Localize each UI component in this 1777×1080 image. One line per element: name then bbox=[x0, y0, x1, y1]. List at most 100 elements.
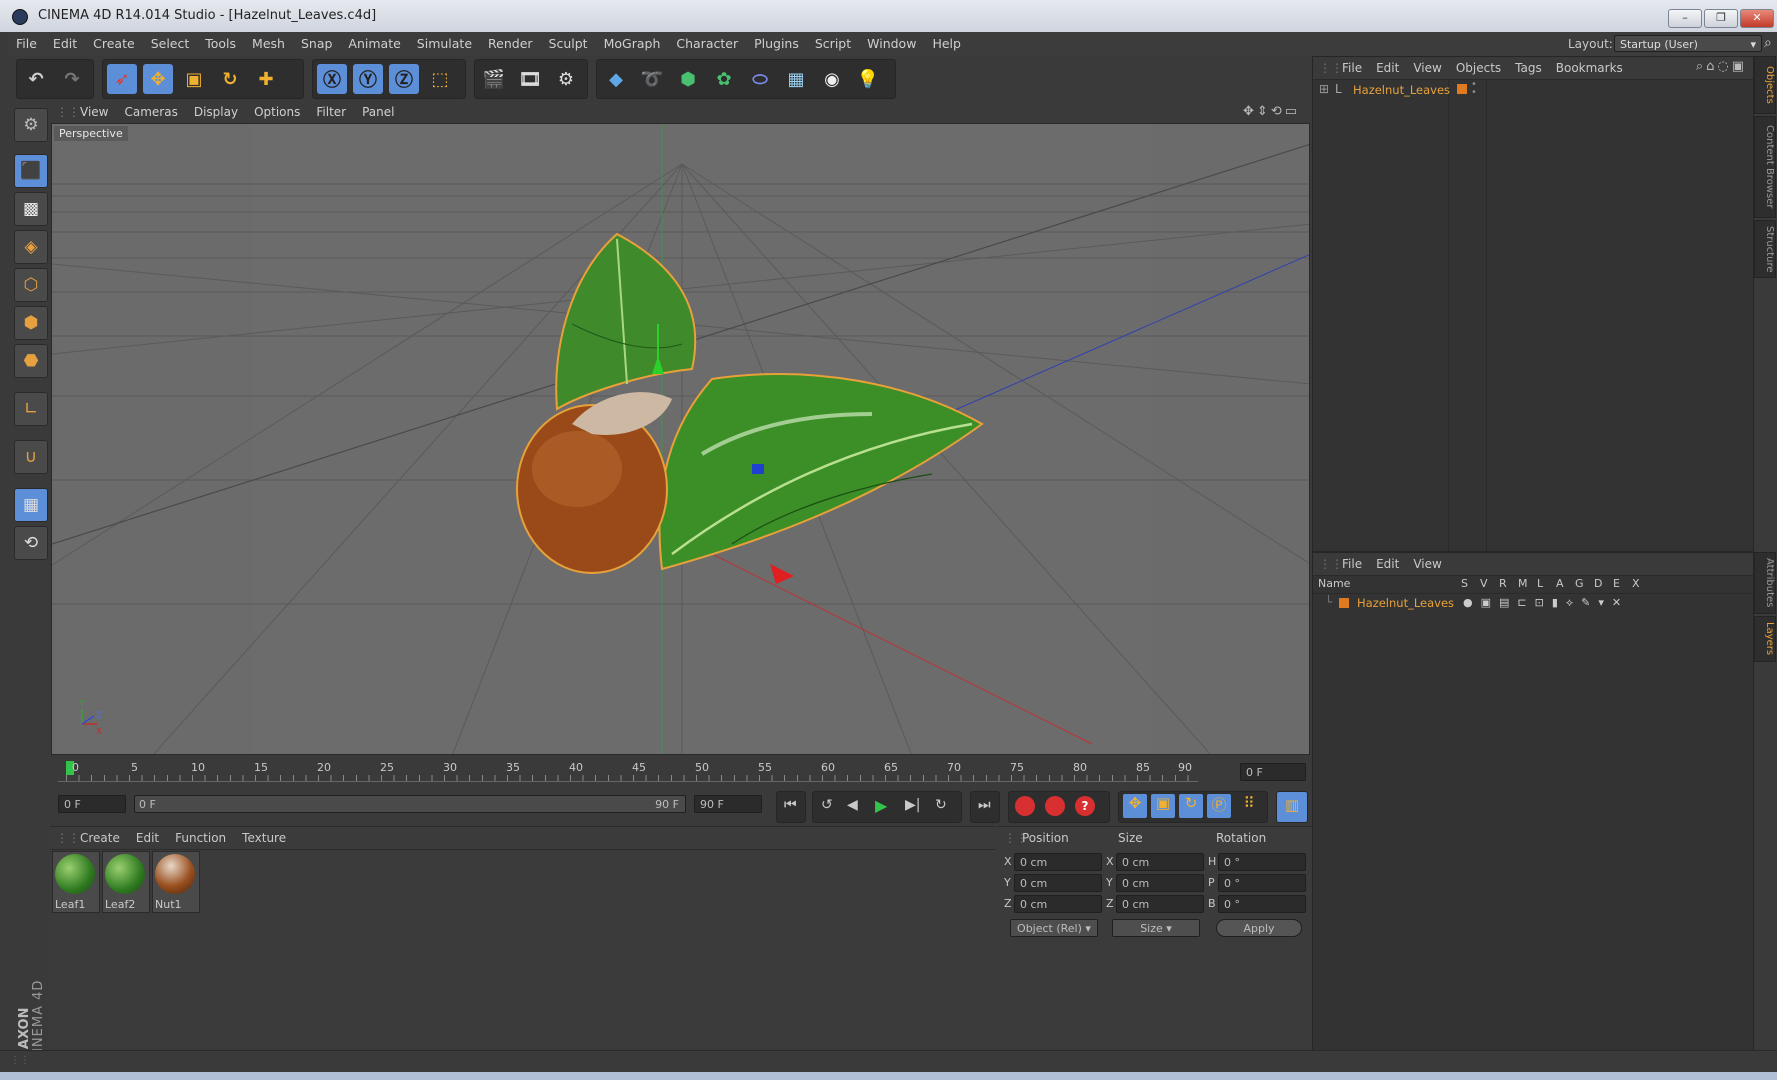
menu-help[interactable]: Help bbox=[924, 32, 969, 56]
texture-mode-icon[interactable]: ▩ bbox=[14, 192, 48, 226]
x-axis-icon[interactable]: Ⓧ bbox=[317, 64, 347, 94]
maximize-button[interactable]: ❐ bbox=[1704, 9, 1738, 28]
menu-sculpt[interactable]: Sculpt bbox=[541, 32, 596, 56]
size-y-field[interactable]: 0 cm bbox=[1116, 874, 1204, 892]
viewport-nav-icons[interactable]: ✥⇕⟲▭ bbox=[1243, 104, 1300, 119]
array-icon[interactable]: ✿ bbox=[709, 64, 739, 94]
axis-mode-icon[interactable]: ∟ bbox=[14, 392, 48, 426]
redo-icon[interactable]: ↷ bbox=[57, 64, 87, 94]
menu-render[interactable]: Render bbox=[480, 32, 541, 56]
viewport-menu-display[interactable]: Display bbox=[186, 102, 246, 123]
viewport-menu-view[interactable]: View bbox=[72, 102, 116, 123]
step-forward-icon[interactable]: ▶| bbox=[905, 797, 920, 813]
rotate-icon[interactable]: ↻ bbox=[215, 64, 245, 94]
timeline[interactable]: 0 5 10 15 20 25 30 35 40 45 50 55 60 65 … bbox=[50, 757, 1312, 789]
material-swatch-leaf2[interactable]: Leaf2 bbox=[102, 851, 150, 913]
menu-edit[interactable]: Edit bbox=[45, 32, 85, 56]
current-frame-field[interactable]: 0 F bbox=[1240, 763, 1306, 781]
render-view-icon[interactable]: 🎬 bbox=[479, 64, 509, 94]
step-back-icon[interactable]: ◀ bbox=[847, 797, 858, 813]
visibility-dots-icon[interactable]: • • bbox=[1471, 80, 1477, 98]
layers-menu-file[interactable]: File bbox=[1335, 553, 1369, 575]
render-picture-viewer-icon[interactable]: 🎞 bbox=[515, 64, 545, 94]
layer-color-icon[interactable] bbox=[1457, 84, 1467, 94]
material-menu-texture[interactable]: Texture bbox=[234, 827, 294, 849]
object-row-hazelnut-leaves[interactable]: ⊞ L Hazelnut_Leaves • • bbox=[1317, 80, 1747, 99]
snap-magnet-icon[interactable]: ∪ bbox=[14, 440, 48, 474]
viewport-menu-filter[interactable]: Filter bbox=[308, 102, 354, 123]
coordinate-system-icon[interactable]: ⬚ bbox=[425, 64, 455, 94]
position-x-field[interactable]: 0 cm bbox=[1014, 853, 1102, 871]
floor-icon[interactable]: ▦ bbox=[781, 64, 811, 94]
next-key-icon[interactable]: ↻ bbox=[935, 797, 947, 813]
point-level-icon[interactable]: ⠿ bbox=[1237, 794, 1261, 818]
spline-icon[interactable]: ➰ bbox=[637, 64, 667, 94]
expand-icon[interactable]: ⊞ bbox=[1319, 82, 1329, 96]
layer-color-icon[interactable] bbox=[1339, 598, 1349, 608]
objects-menu-view[interactable]: View bbox=[1406, 57, 1448, 79]
locked-workplane-icon[interactable]: ⟲ bbox=[14, 526, 48, 560]
layer-flag-icons[interactable]: ●▣▤⊏⊡▮⟡✎▾✕ bbox=[1463, 596, 1629, 610]
tab-structure[interactable]: Structure bbox=[1754, 220, 1776, 278]
minimize-button[interactable]: – bbox=[1668, 9, 1702, 28]
menu-tools[interactable]: Tools bbox=[197, 32, 244, 56]
scale-key-icon[interactable]: ▣ bbox=[1151, 794, 1175, 818]
y-axis-icon[interactable]: Ⓨ bbox=[353, 64, 383, 94]
move-icon[interactable]: ✥ bbox=[143, 64, 173, 94]
object-manager-nav-icons[interactable]: ⌕⌂◌▣ bbox=[1696, 59, 1747, 74]
menu-mesh[interactable]: Mesh bbox=[244, 32, 293, 56]
material-swatch-leaf1[interactable]: Leaf1 bbox=[52, 851, 100, 913]
tab-content-browser[interactable]: Content Browser bbox=[1754, 116, 1776, 218]
polygons-mode-icon[interactable]: ⬣ bbox=[14, 344, 48, 378]
menu-script[interactable]: Script bbox=[807, 32, 859, 56]
coordinate-mode-dropdown[interactable]: Object (Rel) ▾ bbox=[1010, 919, 1098, 937]
z-move-handle[interactable] bbox=[752, 464, 764, 474]
tab-objects[interactable]: Objects bbox=[1754, 56, 1776, 114]
search-icon[interactable]: ⌕ bbox=[1764, 35, 1772, 51]
workplane-lock-icon[interactable]: ▦ bbox=[14, 488, 48, 522]
start-frame-field[interactable]: 0 F bbox=[58, 795, 126, 813]
material-menu-function[interactable]: Function bbox=[167, 827, 234, 849]
size-z-field[interactable]: 0 cm bbox=[1116, 895, 1204, 913]
workplane-icon[interactable]: ◈ bbox=[14, 230, 48, 264]
objects-menu-bookmarks[interactable]: Bookmarks bbox=[1549, 57, 1630, 79]
menu-snap[interactable]: Snap bbox=[293, 32, 340, 56]
render-settings-icon[interactable]: ⚙ bbox=[551, 64, 581, 94]
deformer-icon[interactable]: ⬭ bbox=[745, 64, 775, 94]
parameter-key-icon[interactable]: Ⓟ bbox=[1207, 794, 1231, 818]
viewport-menu-panel[interactable]: Panel bbox=[354, 102, 402, 123]
undo-icon[interactable]: ↶ bbox=[21, 64, 51, 94]
position-z-field[interactable]: 0 cm bbox=[1014, 895, 1102, 913]
tab-attributes[interactable]: Attributes bbox=[1754, 552, 1776, 614]
viewport-menu-options[interactable]: Options bbox=[246, 102, 308, 123]
auto-key-icon[interactable] bbox=[1045, 796, 1065, 816]
layer-name[interactable]: Hazelnut_Leaves bbox=[1357, 596, 1454, 610]
object-name[interactable]: Hazelnut_Leaves bbox=[1353, 83, 1450, 97]
edges-mode-icon[interactable]: ⬢ bbox=[14, 306, 48, 340]
play-icon[interactable]: ▶ bbox=[875, 796, 887, 815]
material-swatch-nut1[interactable]: Nut1 bbox=[152, 851, 200, 913]
menu-select[interactable]: Select bbox=[143, 32, 198, 56]
select-arrow-icon[interactable]: ➶ bbox=[107, 64, 137, 94]
menu-animate[interactable]: Animate bbox=[340, 32, 408, 56]
keyframe-selection-icon[interactable]: ? bbox=[1075, 796, 1095, 816]
subdivision-icon[interactable]: ⬢ bbox=[673, 64, 703, 94]
objects-menu-edit[interactable]: Edit bbox=[1369, 57, 1406, 79]
perspective-viewport[interactable]: Y Z X Perspective bbox=[51, 123, 1310, 755]
apply-button[interactable]: Apply bbox=[1216, 919, 1302, 937]
live-selection-icon[interactable]: ✚ bbox=[251, 64, 281, 94]
frame-range-slider[interactable]: 0 F 90 F bbox=[134, 795, 686, 813]
material-menu-create[interactable]: Create bbox=[72, 827, 128, 849]
close-button[interactable]: ✕ bbox=[1740, 9, 1774, 28]
viewport-menu-cameras[interactable]: Cameras bbox=[116, 102, 185, 123]
go-to-start-button[interactable]: ⏮ bbox=[776, 791, 806, 823]
rotation-h-field[interactable]: 0 ° bbox=[1218, 853, 1306, 871]
light-icon[interactable]: 💡 bbox=[853, 64, 883, 94]
scale-icon[interactable]: ▣ bbox=[179, 64, 209, 94]
points-mode-icon[interactable]: ⬡ bbox=[14, 268, 48, 302]
go-to-end-button[interactable]: ⏭ bbox=[970, 791, 1000, 823]
rotation-b-field[interactable]: 0 ° bbox=[1218, 895, 1306, 913]
model-mode-icon[interactable]: ⬛ bbox=[14, 154, 48, 188]
camera-icon[interactable]: ◉ bbox=[817, 64, 847, 94]
position-key-icon[interactable]: ✥ bbox=[1123, 794, 1147, 818]
